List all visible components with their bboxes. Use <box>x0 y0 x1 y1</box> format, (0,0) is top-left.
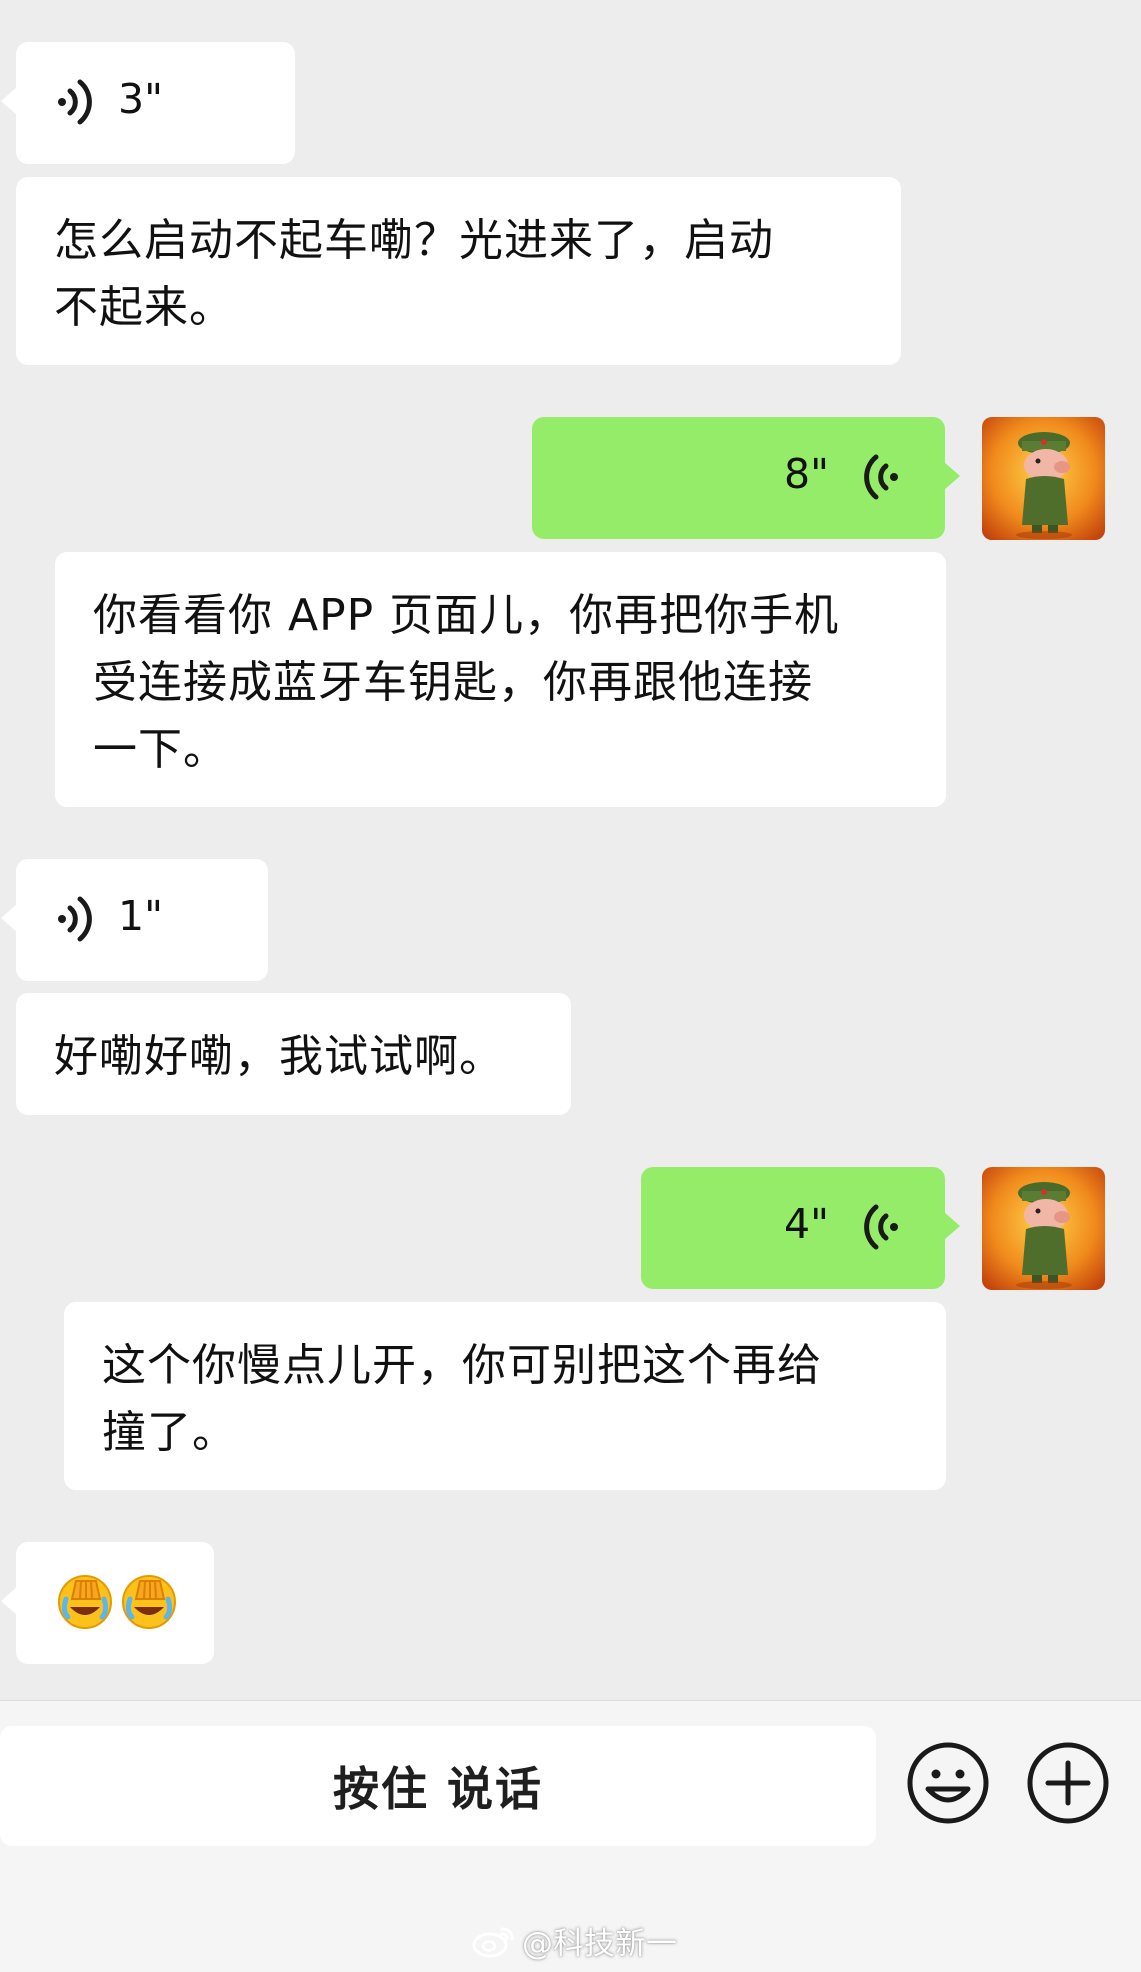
watermark: @科技新一 <box>472 1918 677 1963</box>
outgoing-voice-message[interactable]: 4" <box>641 1167 960 1289</box>
smiley-face-icon[interactable] <box>906 1741 990 1825</box>
voice-duration: 4" <box>784 1200 829 1248</box>
hold-to-talk-button[interactable]: 按住 说话 <box>0 1726 876 1846</box>
message-line: 这个你慢点儿开，你可别把这个再给 <box>102 1340 822 1391</box>
voice-duration: 1" <box>118 892 163 940</box>
voice-duration: 8" <box>784 450 829 498</box>
message-line: 受连接成蓝牙车钥匙，你再跟他连接 <box>93 657 813 708</box>
incoming-voice-message[interactable]: 1" <box>1 859 268 981</box>
outgoing-voice-message[interactable]: 8" <box>532 417 960 539</box>
user-avatar[interactable] <box>982 1167 1105 1290</box>
voice-wave-icon <box>864 454 898 500</box>
voice-wave-icon <box>864 1204 898 1250</box>
outgoing-text-message[interactable]: 这个你慢点儿开，你可别把这个再给 撞了。 <box>64 1302 946 1490</box>
message-line: 怎么启动不起车嘞？光进来了，启动 <box>54 215 774 266</box>
outgoing-text-message[interactable]: 你看看你 APP 页面儿，你再把你手机 受连接成蓝牙车钥匙，你再跟他连接 一下。 <box>55 552 946 807</box>
chat-area[interactable]: 3" 怎么启动不起车嘞？光进来了，启动 不起来。 8" 你看看你 APP 页面儿… <box>0 0 1141 1700</box>
message-line: 一下。 <box>93 724 228 775</box>
weibo-icon <box>472 1927 514 1957</box>
message-line: 不起来。 <box>54 282 234 333</box>
emoji-row <box>56 1573 178 1631</box>
pig-soldier-avatar-icon <box>982 1167 1105 1290</box>
voice-wave-icon <box>58 896 92 942</box>
user-avatar[interactable] <box>982 417 1105 540</box>
incoming-emoji-message[interactable] <box>1 1542 214 1664</box>
message-line: 好嘞好嘞，我试试啊。 <box>54 1031 504 1082</box>
message-line: 撞了。 <box>102 1407 237 1458</box>
voice-duration: 3" <box>118 75 163 123</box>
face-palm-crying-emoji <box>122 1575 176 1629</box>
face-palm-crying-emoji <box>58 1575 112 1629</box>
pig-soldier-avatar-icon <box>982 417 1105 540</box>
watermark-text: @科技新一 <box>522 1926 677 1962</box>
incoming-text-message[interactable]: 怎么启动不起车嘞？光进来了，启动 不起来。 <box>16 177 901 365</box>
plus-circle-icon[interactable] <box>1026 1741 1110 1825</box>
incoming-text-message[interactable]: 好嘞好嘞，我试试啊。 <box>16 993 571 1115</box>
incoming-voice-message[interactable]: 3" <box>1 42 295 164</box>
message-line: 你看看你 APP 页面儿，你再把你手机 <box>93 590 840 641</box>
voice-wave-icon <box>58 79 92 125</box>
